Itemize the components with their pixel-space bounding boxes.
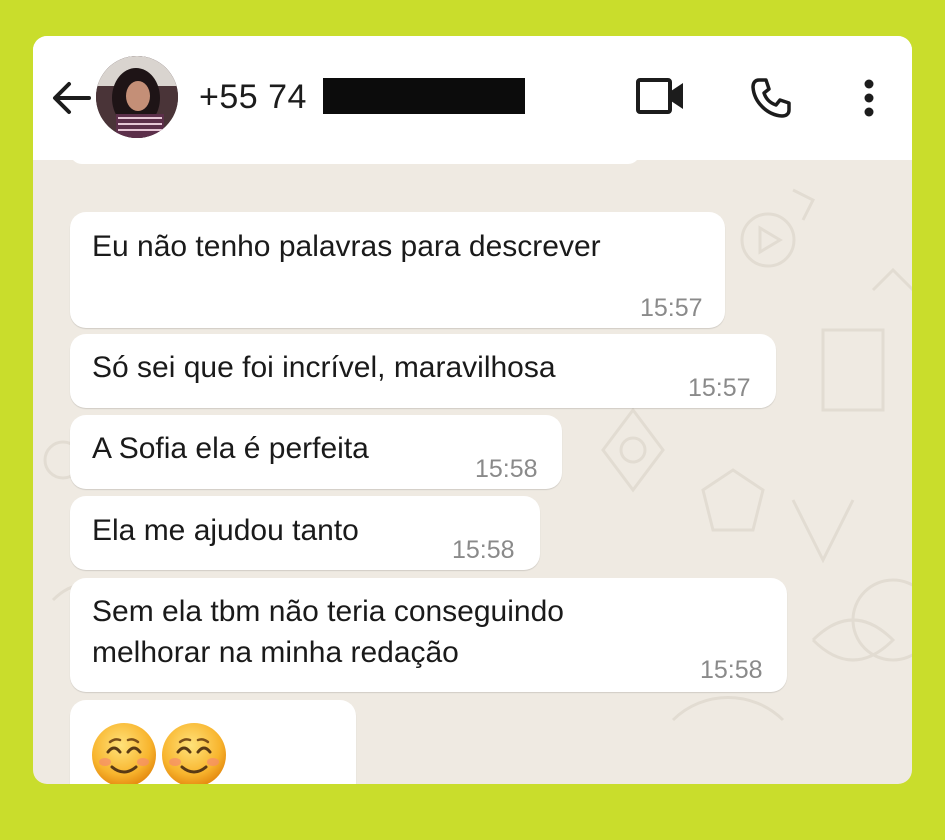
message-text: Ela me ajudou tanto xyxy=(92,514,359,547)
video-camera-icon xyxy=(636,78,683,114)
message-bubble[interactable]: Ela me ajudou tanto 15:58 xyxy=(70,496,540,570)
emoji-pair xyxy=(90,720,230,784)
message-bubble[interactable]: Eu não tenho palavras para descrever 15:… xyxy=(70,212,725,328)
phone-icon xyxy=(751,78,791,118)
contact-avatar[interactable] xyxy=(96,56,178,138)
arrow-left-icon xyxy=(53,82,91,114)
message-text: A Sofia ela é perfeita xyxy=(92,432,369,465)
smiling-face-icon xyxy=(92,723,226,784)
message-bubble[interactable]: Sem ela tbm não teria conseguindo melhor… xyxy=(70,578,787,692)
back-button[interactable] xyxy=(49,78,93,118)
message-time: 15:58 xyxy=(700,656,763,684)
more-vertical-icon xyxy=(864,79,874,117)
redacted-phone-number xyxy=(323,78,525,114)
video-call-button[interactable] xyxy=(635,76,687,116)
message-bubble[interactable]: Só sei que foi incrível, maravilhosa 15:… xyxy=(70,334,776,408)
message-time: 15:57 xyxy=(688,374,751,402)
message-text: Eu não tenho palavras para descrever xyxy=(92,230,601,263)
message-bubble[interactable]: A Sofia ela é perfeita 15:58 xyxy=(70,415,562,489)
avatar-image xyxy=(96,56,178,138)
message-time: 15:58 xyxy=(452,536,515,564)
chat-header: +55 74 xyxy=(33,36,912,160)
menu-button[interactable] xyxy=(859,76,879,120)
message-time: 15:57 xyxy=(640,294,703,322)
chat-window: +55 74 Eu não tenho palavras para descre… xyxy=(33,36,912,784)
message-text: Sem ela tbm não teria conseguindo xyxy=(92,595,564,628)
message-list[interactable]: Eu não tenho palavras para descrever 15:… xyxy=(33,160,912,784)
message-time: 15:58 xyxy=(475,455,538,483)
contact-name[interactable]: +55 74 xyxy=(199,78,307,117)
message-text: Só sei que foi incrível, maravilhosa xyxy=(92,351,556,384)
message-text-line-2: melhorar na minha redação xyxy=(92,636,459,669)
message-time: 15:58 xyxy=(269,776,332,784)
message-bubble[interactable]: 15:58 xyxy=(70,700,356,784)
voice-call-button[interactable] xyxy=(749,76,793,120)
previous-message-edge xyxy=(70,160,640,164)
